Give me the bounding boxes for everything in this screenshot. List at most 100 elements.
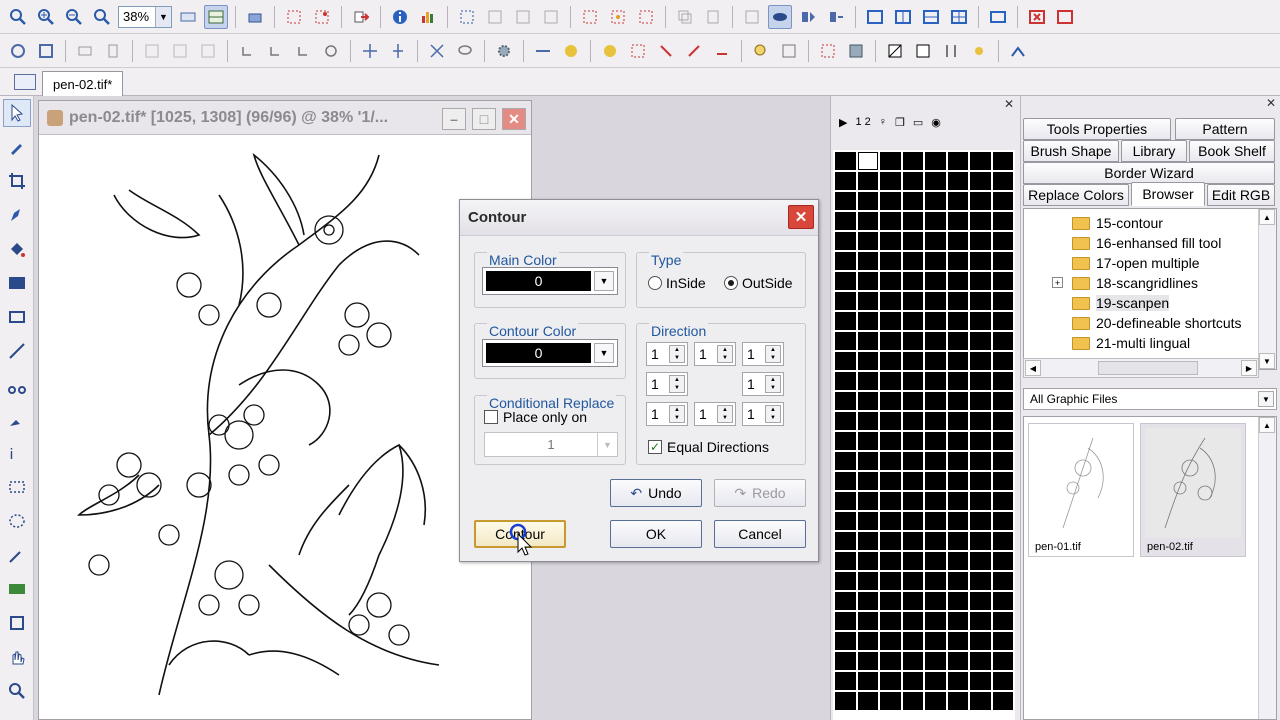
- palette-swatch[interactable]: [925, 352, 946, 370]
- palette-swatch[interactable]: [857, 592, 878, 610]
- cancel-button[interactable]: Cancel: [714, 520, 806, 548]
- select-invert-icon[interactable]: [511, 5, 535, 29]
- expand-plus-icon[interactable]: +: [1052, 277, 1063, 288]
- palette-swatch[interactable]: [992, 492, 1013, 510]
- scroll-thumb[interactable]: [1098, 361, 1198, 375]
- tree-horizontal-scrollbar[interactable]: ◀ ▶: [1023, 358, 1259, 378]
- palette-swatch[interactable]: [992, 592, 1013, 610]
- image-canvas[interactable]: [39, 135, 531, 719]
- palette-swatch[interactable]: [970, 572, 991, 590]
- spinner-arrows-icon[interactable]: ▲ ▼: [669, 405, 685, 423]
- tree-folder-selected[interactable]: 19-scanpen: [1072, 293, 1170, 313]
- brightness-icon[interactable]: [967, 39, 991, 63]
- palette-swatch[interactable]: [902, 392, 923, 410]
- rotate-free-icon[interactable]: [319, 39, 343, 63]
- scroll-right-icon[interactable]: ▶: [1241, 360, 1257, 376]
- pen-tool-icon[interactable]: [3, 201, 31, 229]
- move-icon[interactable]: [358, 39, 382, 63]
- window-tile-v-icon[interactable]: [891, 5, 915, 29]
- palette-grid[interactable]: [833, 150, 1015, 720]
- text-tool-icon[interactable]: Ꭵ: [3, 439, 31, 467]
- palette-swatch[interactable]: [925, 172, 946, 190]
- spinner-arrows-icon[interactable]: ▲ ▼: [765, 405, 781, 423]
- palette-swatch[interactable]: [925, 632, 946, 650]
- palette-swatch[interactable]: [835, 432, 856, 450]
- tree-folder[interactable]: 20-defineable shortcuts: [1072, 313, 1242, 333]
- crop-grid-icon[interactable]: [578, 5, 602, 29]
- tree-folder[interactable]: 17-open multiple: [1072, 253, 1200, 273]
- palette-swatch[interactable]: [970, 612, 991, 630]
- palette-swatch[interactable]: [835, 672, 856, 690]
- tab-pattern[interactable]: Pattern: [1175, 118, 1275, 140]
- palette-swatch[interactable]: [947, 572, 968, 590]
- transform-tool-icon[interactable]: [3, 609, 31, 637]
- rotate-right-icon[interactable]: [263, 39, 287, 63]
- direction-w[interactable]: 1 ▲ ▼: [646, 372, 688, 396]
- palette-swatch[interactable]: [835, 332, 856, 350]
- thumbnail-item[interactable]: pen-01.tif: [1028, 423, 1134, 557]
- palette-swatch[interactable]: [925, 672, 946, 690]
- scanner-icon[interactable]: [243, 5, 267, 29]
- palette-swatch[interactable]: [902, 612, 923, 630]
- tab-book-shelf[interactable]: Book Shelf: [1189, 140, 1275, 162]
- palette-swatch[interactable]: [970, 352, 991, 370]
- palette-swatch[interactable]: [880, 412, 901, 430]
- palette-swatch[interactable]: [857, 452, 878, 470]
- palette-swatch[interactable]: [902, 292, 923, 310]
- pointer-tool-icon[interactable]: [3, 99, 31, 127]
- chevron-down-icon[interactable]: ▼: [155, 6, 171, 27]
- pattern-tool-icon[interactable]: [3, 575, 31, 603]
- palette-swatch[interactable]: [925, 392, 946, 410]
- pattern-grid-icon[interactable]: [626, 39, 650, 63]
- eyedropper-tool-icon[interactable]: [3, 133, 31, 161]
- palette-swatch[interactable]: [880, 432, 901, 450]
- palette-swatch[interactable]: [925, 472, 946, 490]
- direction-se[interactable]: 1 ▲ ▼: [742, 402, 784, 426]
- palette-swatch[interactable]: [925, 212, 946, 230]
- paste-icon[interactable]: [701, 5, 725, 29]
- palette-swatch[interactable]: [902, 552, 923, 570]
- palette-swatch[interactable]: [880, 592, 901, 610]
- rotate-image-icon[interactable]: [6, 39, 30, 63]
- palette-swatch[interactable]: [857, 652, 878, 670]
- file-type-filter[interactable]: All Graphic Files ▼: [1023, 388, 1277, 410]
- pattern-shift-icon[interactable]: [654, 39, 678, 63]
- palette-swatch[interactable]: [947, 312, 968, 330]
- palette-swatch[interactable]: [857, 572, 878, 590]
- magic-wand-tool-icon[interactable]: [3, 541, 31, 569]
- palette-swatch[interactable]: [857, 152, 878, 170]
- palette-swatch[interactable]: [857, 672, 878, 690]
- direction-s[interactable]: 1 ▲ ▼: [694, 402, 736, 426]
- eye-icon[interactable]: [768, 4, 792, 29]
- palette-swatch[interactable]: [992, 292, 1013, 310]
- spinner-arrows-icon[interactable]: ▲ ▼: [717, 405, 733, 423]
- palette-swatch[interactable]: [835, 532, 856, 550]
- palette-swatch[interactable]: [947, 192, 968, 210]
- palette-swatch[interactable]: [857, 492, 878, 510]
- image-size-icon[interactable]: [34, 39, 58, 63]
- adjust-icon[interactable]: [939, 39, 963, 63]
- tab-replace-colors[interactable]: Replace Colors: [1023, 184, 1129, 206]
- pattern-erase-icon[interactable]: [710, 39, 734, 63]
- palette-swatch[interactable]: [835, 172, 856, 190]
- palette-swatch[interactable]: [880, 392, 901, 410]
- palette-swatch[interactable]: [992, 432, 1013, 450]
- tab-border-wizard[interactable]: Border Wizard: [1023, 162, 1275, 184]
- palette-swatch[interactable]: [970, 232, 991, 250]
- spinner-arrows-icon[interactable]: ▲ ▼: [669, 375, 685, 393]
- palette-swatch[interactable]: [947, 652, 968, 670]
- skew-icon[interactable]: [291, 39, 315, 63]
- palette-swatch[interactable]: [992, 372, 1013, 390]
- lasso-icon[interactable]: [453, 39, 477, 63]
- palette-swatch[interactable]: [947, 452, 968, 470]
- grid-settings-icon[interactable]: [816, 39, 840, 63]
- direction-sw[interactable]: 1 ▲ ▼: [646, 402, 688, 426]
- palette-swatch[interactable]: [835, 632, 856, 650]
- palette-swatch[interactable]: [992, 332, 1013, 350]
- direction-ne[interactable]: 1 ▲ ▼: [742, 342, 784, 366]
- palette-swatch[interactable]: [970, 472, 991, 490]
- palette-swatch[interactable]: [970, 592, 991, 610]
- direction-e[interactable]: 1 ▲ ▼: [742, 372, 784, 396]
- palette-swatch[interactable]: [902, 472, 923, 490]
- palette-swatch[interactable]: [947, 432, 968, 450]
